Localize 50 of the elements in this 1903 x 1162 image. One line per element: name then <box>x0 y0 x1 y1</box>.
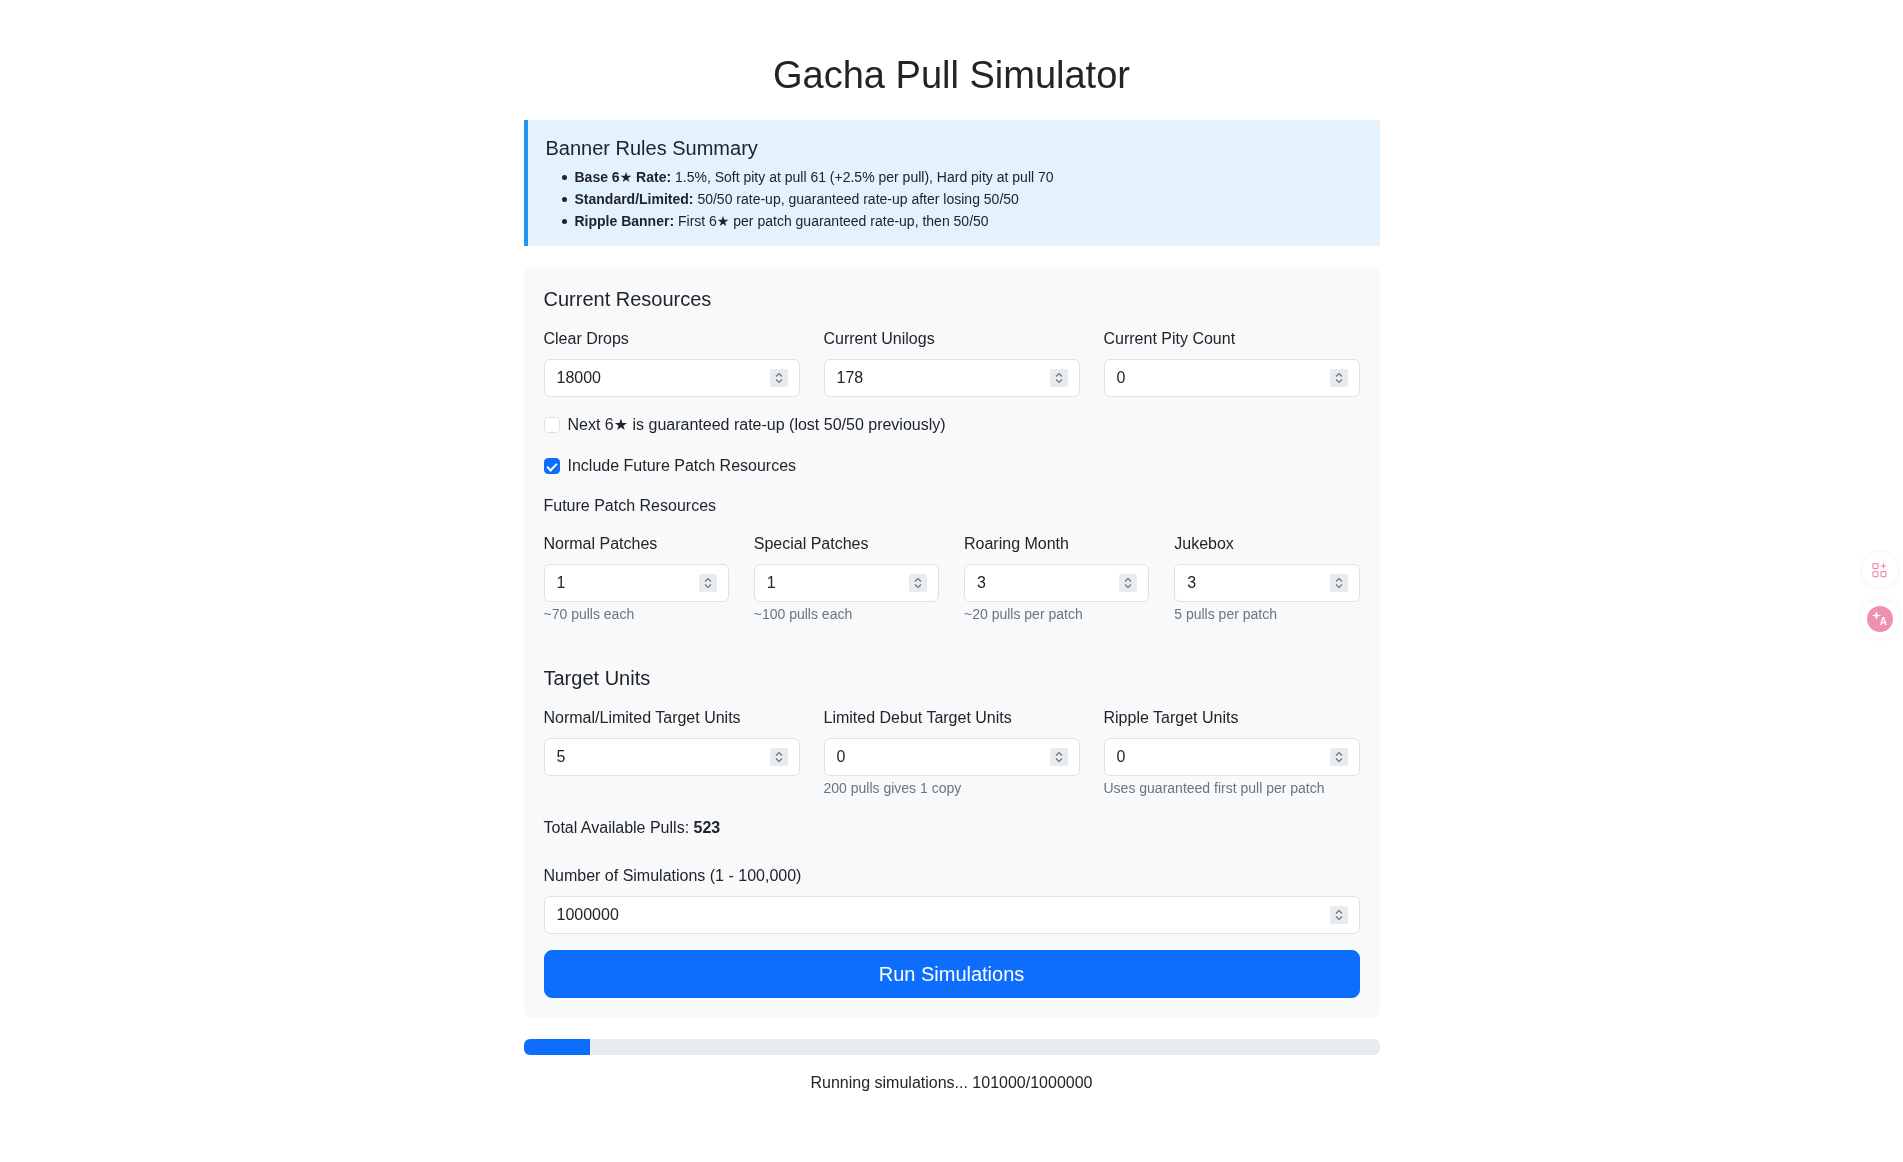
number-field[interactable]: 18000 <box>543 359 800 397</box>
total-pulls-text: Total Available Pulls: 523 <box>543 818 721 838</box>
rule-text: Standard/Limited: 50/50 rate-up, guaranteed rate-up after losing 50/50 <box>574 190 1019 209</box>
page-title: Gacha Pull Simulator <box>773 53 1130 98</box>
subsection-heading: Future Patch Resources <box>543 496 717 516</box>
banner-heading: Banner Rules Summary <box>545 136 758 160</box>
field-label: Clear Drops <box>543 329 629 349</box>
checkbox[interactable] <box>543 458 560 474</box>
checkbox-label: Include Future Patch Resources <box>567 456 797 476</box>
section-heading: Current Resources <box>543 287 712 311</box>
field-label: Jukebox <box>1174 534 1234 554</box>
number-field[interactable]: 178 <box>823 359 1080 397</box>
number-field[interactable]: 1 <box>543 564 729 602</box>
number-field[interactable]: 1000000 <box>543 896 1360 934</box>
status-text: Running simulations... 101000/1000000 <box>810 1074 1093 1091</box>
help-text: 200 pulls gives 1 copy <box>823 779 962 798</box>
field-label: Number of Simulations (1 - 100,000) <box>543 866 802 886</box>
rule-text: Ripple Banner: First 6★ per patch guaranteed rate-up, then 50/50 <box>574 212 989 231</box>
number-field[interactable]: 1 <box>753 564 939 602</box>
field-label: Roaring Month <box>964 534 1069 554</box>
section-heading: Target Units <box>543 666 651 690</box>
field-label: Special Patches <box>753 534 869 554</box>
bullet-icon <box>561 174 567 180</box>
number-field[interactable]: 0 <box>823 738 1080 776</box>
bullet-icon <box>561 196 567 202</box>
number-field[interactable]: 3 <box>964 564 1150 602</box>
stepper-icon[interactable] <box>909 574 927 592</box>
number-field[interactable]: 0 <box>1103 359 1360 397</box>
number-field[interactable]: 3 <box>1174 564 1360 602</box>
checkbox-label: Next 6★ is guaranteed rate-up (lost 50/50 previously) <box>567 415 946 435</box>
grid-sparkle-icon <box>1872 562 1888 578</box>
field-label: Ripple Target Units <box>1103 708 1239 728</box>
help-text: 5 pulls per patch <box>1174 605 1277 624</box>
field-label: Limited Debut Target Units <box>823 708 1012 728</box>
help-text: ~70 pulls each <box>543 605 635 624</box>
field-label: Normal/Limited Target Units <box>543 708 741 728</box>
rule-text: Base 6★ Rate: 1.5%, Soft pity at pull 61 (+2.5% per pull), Hard pity at pull 70 <box>574 168 1054 187</box>
help-text: Uses guaranteed first pull per patch <box>1103 779 1325 798</box>
number-field[interactable]: 5 <box>543 738 800 776</box>
field-label: Normal Patches <box>543 534 658 554</box>
field-label: Current Unilogs <box>823 329 935 349</box>
number-field[interactable]: 0 <box>1103 738 1360 776</box>
apps-button[interactable] <box>1862 552 1898 588</box>
help-text: ~20 pulls per patch <box>964 605 1083 624</box>
sparkle-icon <box>1872 611 1881 620</box>
stepper-icon[interactable] <box>1119 574 1138 592</box>
run-button[interactable]: Run Simulations <box>543 950 1360 998</box>
help-text: ~100 pulls each <box>753 605 853 624</box>
field-label: Current Pity Count <box>1103 329 1236 349</box>
bullet-icon <box>561 218 567 224</box>
